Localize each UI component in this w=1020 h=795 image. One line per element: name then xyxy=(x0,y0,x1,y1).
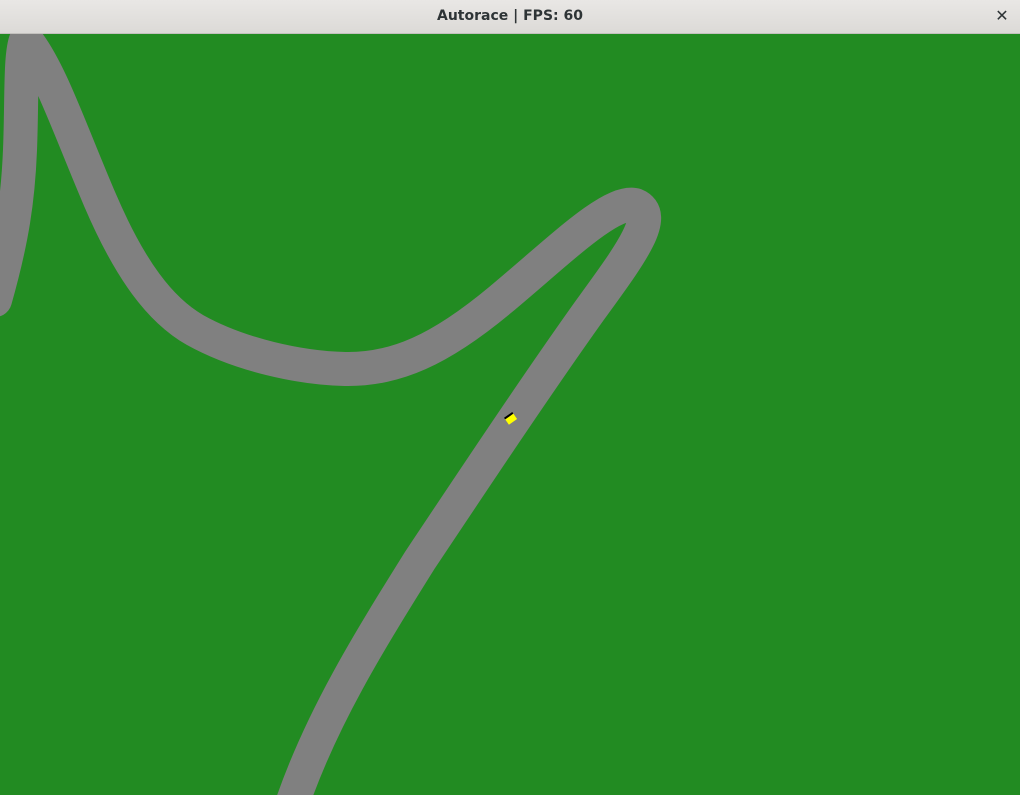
close-icon[interactable]: ✕ xyxy=(990,5,1014,29)
window-title: Autorace | FPS: 60 xyxy=(437,8,583,24)
game-window: Autorace | FPS: 60 ✕ xyxy=(0,0,1020,795)
game-canvas[interactable] xyxy=(0,34,1020,795)
window-titlebar[interactable]: Autorace | FPS: 60 ✕ xyxy=(0,0,1020,34)
race-scene xyxy=(0,34,1020,795)
